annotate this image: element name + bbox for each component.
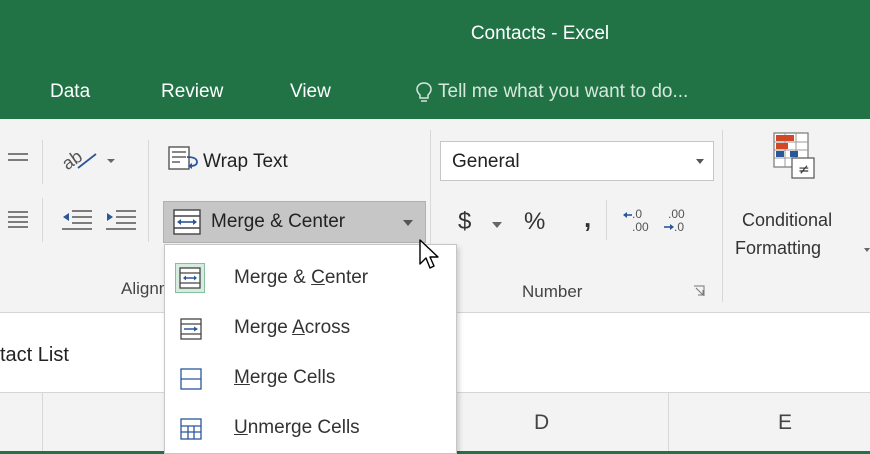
number-format-value: General bbox=[452, 151, 520, 172]
merge-cells-icon bbox=[180, 368, 202, 390]
decrease-decimal-icon[interactable]: .00 .0 bbox=[662, 206, 696, 236]
menu-item-merge-across[interactable]: Merge Across bbox=[165, 303, 456, 353]
chevron-down-icon bbox=[864, 248, 870, 252]
menu-item-label: Merge & Center bbox=[234, 267, 369, 288]
number-group-label: Number bbox=[522, 282, 583, 301]
currency-button[interactable]: $ bbox=[458, 208, 471, 236]
separator bbox=[722, 130, 723, 302]
wrap-text-label: Wrap Text bbox=[203, 151, 288, 172]
merge-across-icon bbox=[180, 318, 202, 340]
comma-style-button[interactable]: , bbox=[584, 203, 591, 234]
separator bbox=[42, 198, 43, 242]
svg-text:.00: .00 bbox=[632, 220, 649, 234]
orientation-icon[interactable]: ab bbox=[58, 142, 120, 176]
title-bar: Contacts - Excel bbox=[0, 0, 870, 63]
unmerge-cells-icon bbox=[180, 418, 202, 440]
column-header-d[interactable]: D bbox=[534, 411, 549, 435]
separator bbox=[606, 200, 607, 240]
tell-me-text: Tell me what you want to do... bbox=[438, 81, 689, 102]
tab-view[interactable]: View bbox=[290, 81, 331, 103]
svg-text:.0: .0 bbox=[674, 220, 684, 234]
menu-item-label: Merge Across bbox=[234, 317, 351, 338]
ribbon-tab-bar: Data Review View Tell me what you want t… bbox=[0, 63, 870, 119]
formula-bar-text: tact List bbox=[0, 344, 69, 366]
merge-dropdown-menu: Merge & Center Merge Across Merge Cells … bbox=[164, 244, 457, 454]
window-title: Contacts - Excel bbox=[470, 23, 610, 44]
mouse-cursor-icon bbox=[419, 239, 439, 269]
menu-item-label: Merge Cells bbox=[234, 367, 336, 388]
tab-data[interactable]: Data bbox=[50, 81, 90, 103]
dialog-launcher-icon[interactable] bbox=[693, 285, 705, 297]
chevron-down-icon[interactable] bbox=[402, 219, 414, 227]
conditional-formatting-label-1: Conditional bbox=[742, 210, 833, 230]
wrap-text-icon bbox=[168, 146, 198, 170]
svg-text:≠: ≠ bbox=[798, 162, 810, 178]
chevron-down-icon[interactable] bbox=[491, 221, 503, 229]
menu-item-merge-center[interactable]: Merge & Center bbox=[165, 253, 456, 303]
menu-item-unmerge-cells[interactable]: Unmerge Cells bbox=[165, 403, 456, 453]
separator bbox=[42, 140, 43, 184]
justify-icon[interactable] bbox=[6, 207, 30, 233]
svg-text:.00: .00 bbox=[668, 207, 685, 221]
merge-center-icon bbox=[173, 209, 201, 235]
svg-text:ab: ab bbox=[58, 146, 86, 174]
conditional-formatting-label-2: Formatting bbox=[735, 238, 822, 258]
separator bbox=[148, 140, 149, 242]
chevron-down-icon bbox=[696, 159, 704, 164]
percent-button[interactable]: % bbox=[524, 208, 545, 236]
decrease-indent-icon[interactable] bbox=[60, 206, 94, 234]
increase-decimal-icon[interactable]: .0 .00 bbox=[622, 206, 656, 236]
svg-text:.0: .0 bbox=[632, 207, 642, 221]
column-header-e[interactable]: E bbox=[778, 411, 792, 435]
number-format-select[interactable]: General bbox=[440, 141, 714, 181]
column-divider bbox=[668, 393, 669, 451]
increase-indent-icon[interactable] bbox=[104, 206, 138, 234]
merge-center-icon bbox=[175, 263, 205, 293]
menu-item-merge-cells[interactable]: Merge Cells bbox=[165, 353, 456, 403]
conditional-formatting-icon: ≠ bbox=[773, 132, 815, 179]
column-divider bbox=[42, 393, 43, 451]
align-right-icon[interactable] bbox=[6, 147, 30, 171]
tab-review[interactable]: Review bbox=[161, 81, 223, 103]
merge-center-label: Merge & Center bbox=[211, 211, 346, 232]
menu-item-label: Unmerge Cells bbox=[234, 417, 360, 438]
lightbulb-icon bbox=[416, 82, 432, 102]
